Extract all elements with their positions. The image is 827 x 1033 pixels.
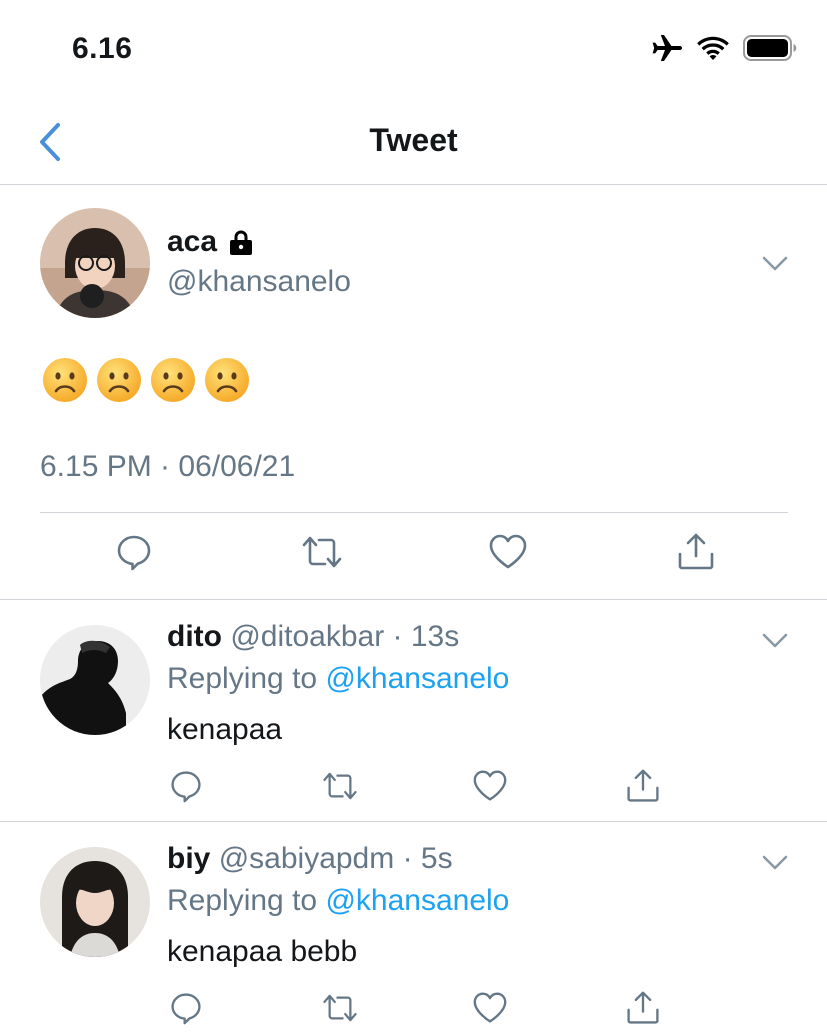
user-handle[interactable]: @sabiyapdm	[219, 842, 395, 875]
status-time: 6.16	[72, 32, 133, 65]
page-title: Tweet	[369, 122, 458, 158]
nav-bar: Tweet	[0, 100, 827, 185]
tweet-actions	[0, 530, 827, 580]
status-icons	[651, 34, 797, 62]
reply-icon	[171, 771, 201, 803]
chevron-down-icon[interactable]	[761, 632, 789, 650]
tweet-timestamp: 6.15 PM · 06/06/21	[40, 450, 296, 483]
avatar[interactable]	[40, 625, 150, 735]
divider	[40, 512, 788, 513]
reply-content: kenapaa bebb	[167, 935, 358, 968]
share-icon	[627, 769, 659, 802]
replying-to-label: Replying to	[167, 884, 326, 917]
display-name[interactable]: aca	[167, 225, 255, 259]
reply-button[interactable]	[168, 987, 204, 1029]
frowning-face-emoji	[151, 358, 195, 402]
reply-button[interactable]	[112, 530, 156, 574]
avatar[interactable]	[40, 847, 150, 957]
frowning-face-emoji	[43, 358, 87, 402]
retweet-button[interactable]	[320, 987, 360, 1029]
chevron-down-icon[interactable]	[761, 255, 789, 273]
reply-icon	[171, 993, 201, 1025]
reply-time: · 5s	[402, 842, 453, 875]
retweet-button[interactable]	[320, 765, 360, 807]
replying-to: Replying to @khansanelo	[167, 662, 509, 696]
airplane-icon	[652, 35, 682, 61]
chevron-down-icon[interactable]	[761, 854, 789, 872]
replying-to-label: Replying to	[167, 662, 326, 695]
display-name[interactable]: dito	[167, 620, 222, 653]
retweet-icon	[323, 772, 357, 800]
reply-icon	[117, 535, 151, 571]
user-handle[interactable]: @ditoakbar	[230, 620, 384, 653]
reply-header: biy @sabiyapdm · 5s	[167, 842, 453, 876]
display-name[interactable]: biy	[167, 842, 210, 875]
battery-icon	[743, 35, 797, 61]
like-button[interactable]	[487, 530, 529, 574]
share-button[interactable]	[675, 530, 717, 574]
share-button[interactable]	[624, 765, 662, 807]
heart-icon	[489, 534, 527, 569]
avatar-image	[40, 208, 150, 318]
reply-tweet[interactable]: dito @ditoakbar · 13s Replying to @khans…	[0, 600, 827, 822]
share-button[interactable]	[624, 987, 662, 1029]
tweet-actions	[0, 765, 827, 809]
reply-content: kenapaa	[167, 713, 283, 746]
user-handle[interactable]: @khansanelo	[167, 265, 351, 299]
avatar-image	[40, 847, 150, 957]
like-button[interactable]	[471, 987, 509, 1029]
reply-header: dito @ditoakbar · 13s	[167, 620, 459, 654]
like-button[interactable]	[471, 765, 509, 807]
frowning-face-emoji	[205, 358, 249, 402]
frowning-face-emoji	[97, 358, 141, 402]
reply-time: · 13s	[392, 620, 460, 653]
replying-to: Replying to @khansanelo	[167, 884, 509, 918]
status-bar: 6.16	[0, 0, 827, 100]
heart-icon	[473, 992, 507, 1023]
display-name-text: aca	[167, 225, 218, 258]
heart-icon	[473, 770, 507, 801]
tweet-actions	[0, 987, 827, 1031]
main-tweet: aca @khansanelo 6.15 PM · 06/06/21	[0, 185, 827, 600]
mention-link[interactable]: @khansanelo	[325, 884, 509, 917]
retweet-button[interactable]	[299, 530, 345, 574]
tweet-content	[42, 357, 250, 403]
share-icon	[627, 991, 659, 1024]
lock-icon	[230, 230, 253, 255]
wifi-icon	[697, 36, 729, 60]
reply-tweet[interactable]: biy @sabiyapdm · 5s Replying to @khansan…	[0, 822, 827, 1033]
retweet-icon	[302, 536, 342, 568]
reply-button[interactable]	[168, 765, 204, 807]
share-icon	[678, 533, 714, 570]
avatar-image	[40, 625, 150, 735]
retweet-icon	[323, 994, 357, 1022]
avatar[interactable]	[40, 208, 150, 318]
mention-link[interactable]: @khansanelo	[325, 662, 509, 695]
